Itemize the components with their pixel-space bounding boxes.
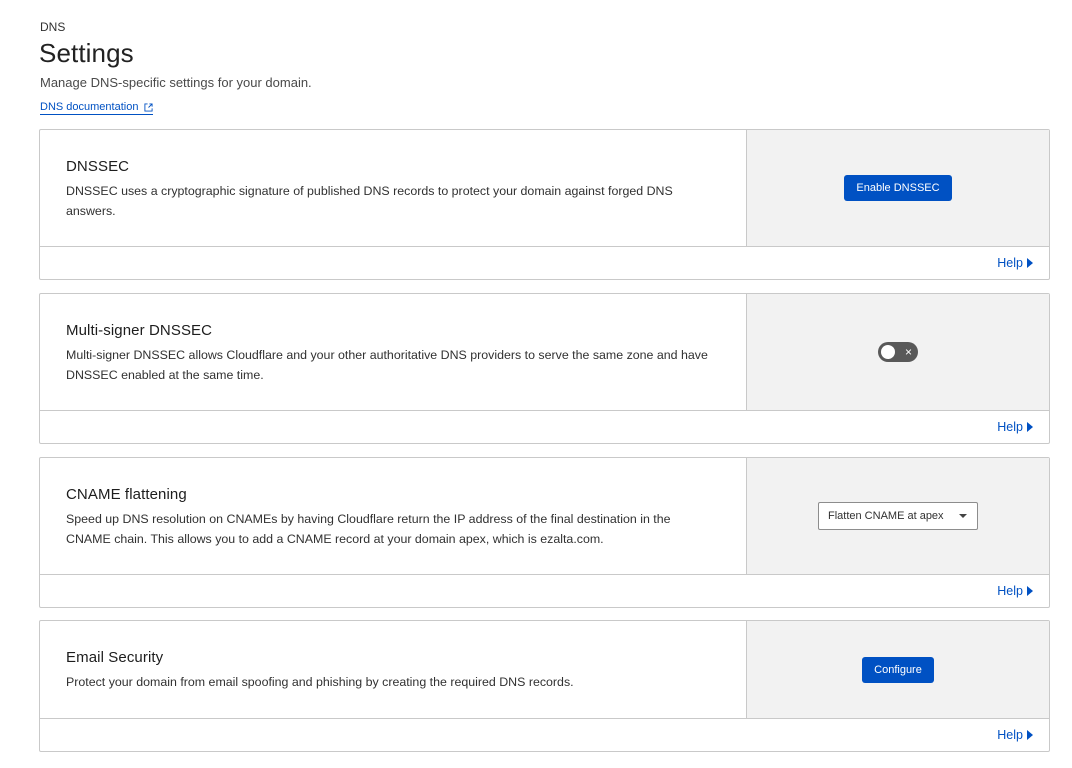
caret-right-icon [1027,730,1033,740]
dnssec-help-link[interactable]: Help [997,256,1033,270]
page-title: Settings [39,38,134,68]
cname-flattening-select[interactable]: Flatten CNAME at apex [818,502,978,530]
email-security-footer: Help [40,719,1049,751]
cname-help-link[interactable]: Help [997,584,1033,598]
dns-settings-page: DNS Settings Manage DNS-specific setting… [0,0,1072,768]
help-label: Help [997,584,1023,598]
multi-signer-footer: Help [40,411,1049,443]
email-security-help-link[interactable]: Help [997,728,1033,742]
configure-button[interactable]: Configure [862,656,934,683]
multi-signer-toggle[interactable]: × [878,342,918,362]
cname-action-panel: Flatten CNAME at apex [747,458,1049,574]
dnssec-action-panel: Enable DNSSEC [747,130,1049,246]
email-security-description: Protect your domain from email spoofing … [66,675,574,689]
caret-right-icon [1027,586,1033,596]
multi-signer-title: Multi-signer DNSSEC [66,322,213,339]
toggle-knob [881,345,895,359]
chevron-down-icon [959,514,967,518]
cname-title: CNAME flattening [66,486,187,503]
page-subtitle: Manage DNS-specific settings for your do… [40,75,312,90]
cname-flattening-card: CNAME flattening Speed up DNS resolution… [39,457,1050,608]
multi-signer-description: Multi-signer DNSSEC allows Cloudflare an… [66,348,708,382]
dns-documentation-link[interactable]: DNS documentation [40,101,154,115]
cname-info: CNAME flattening Speed up DNS resolution… [40,458,747,574]
dnssec-card: DNSSEC DNSSEC uses a cryptographic signa… [39,129,1050,280]
help-label: Help [997,420,1023,434]
dns-documentation-label: DNS documentation [40,101,139,113]
dnssec-description: DNSSEC uses a cryptographic signature of… [66,184,673,218]
caret-right-icon [1027,422,1033,432]
help-label: Help [997,256,1023,270]
email-security-info: Email Security Protect your domain from … [40,621,747,718]
close-icon: × [904,345,912,359]
cname-select-value: Flatten CNAME at apex [828,510,944,522]
dnssec-info: DNSSEC DNSSEC uses a cryptographic signa… [40,130,747,246]
email-security-action-panel: Configure [747,621,1049,718]
multi-signer-info: Multi-signer DNSSEC Multi-signer DNSSEC … [40,294,747,410]
email-security-card: Email Security Protect your domain from … [39,620,1050,752]
enable-dnssec-button[interactable]: Enable DNSSEC [844,175,952,201]
cname-footer: Help [40,575,1049,607]
caret-right-icon [1027,258,1033,268]
dnssec-title: DNSSEC [66,158,130,175]
multi-signer-dnssec-card: Multi-signer DNSSEC Multi-signer DNSSEC … [39,293,1050,444]
cname-description: Speed up DNS resolution on CNAMEs by hav… [66,512,671,546]
multi-signer-action-panel: × [747,294,1049,410]
breadcrumb[interactable]: DNS [40,20,65,34]
dnssec-footer: Help [40,247,1049,279]
email-security-title: Email Security [66,649,164,666]
multi-signer-help-link[interactable]: Help [997,420,1033,434]
external-link-icon [144,102,154,112]
help-label: Help [997,728,1023,742]
